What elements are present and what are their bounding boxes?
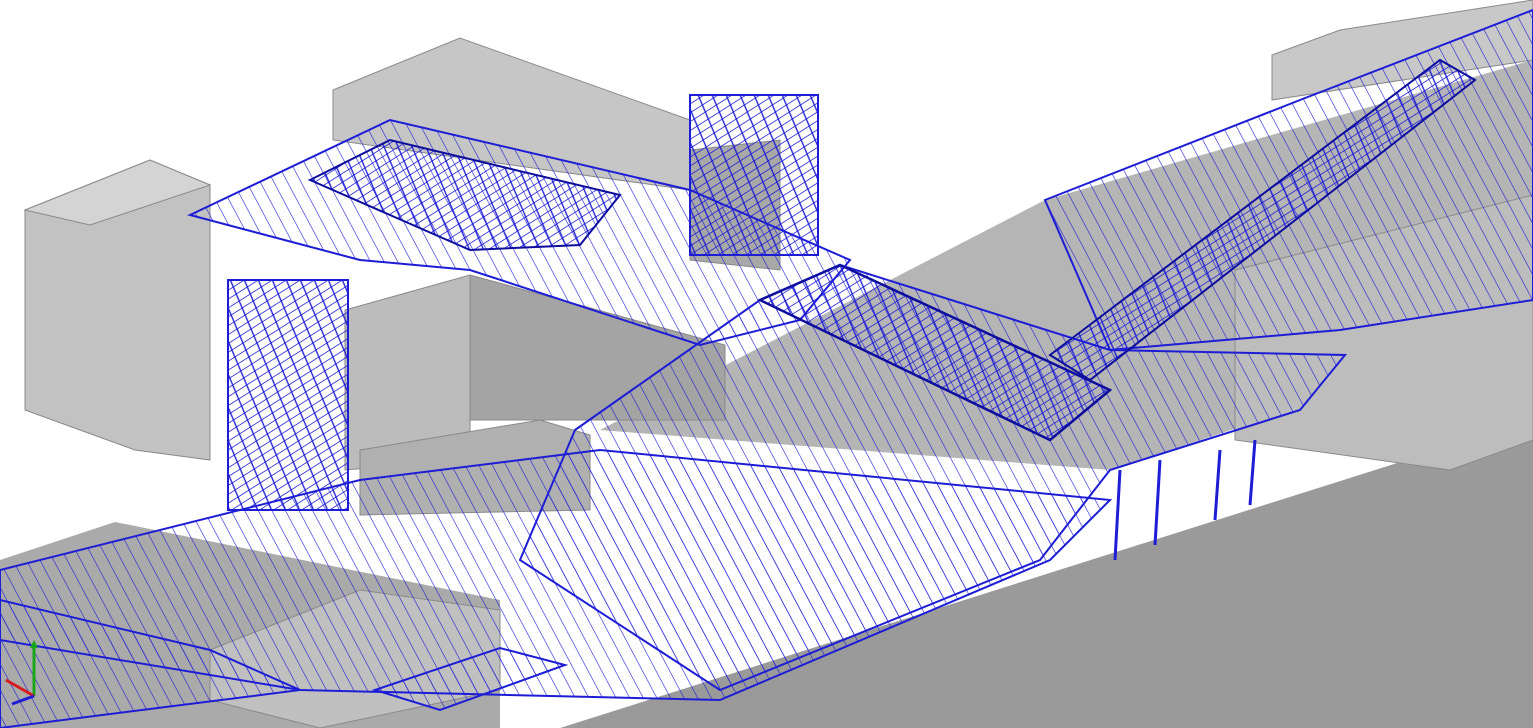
steel-column-3 xyxy=(1213,449,1222,521)
steel-column-2 xyxy=(1153,459,1162,546)
steel-column-1 xyxy=(1113,469,1122,561)
steel-stair-core xyxy=(227,279,349,511)
steel-column-4 xyxy=(1248,439,1257,506)
3d-model-scene[interactable] xyxy=(0,0,1533,728)
steel-tower-upper xyxy=(689,94,819,256)
model-viewport[interactable] xyxy=(0,0,1533,728)
ucs-axis-icon xyxy=(5,640,38,706)
